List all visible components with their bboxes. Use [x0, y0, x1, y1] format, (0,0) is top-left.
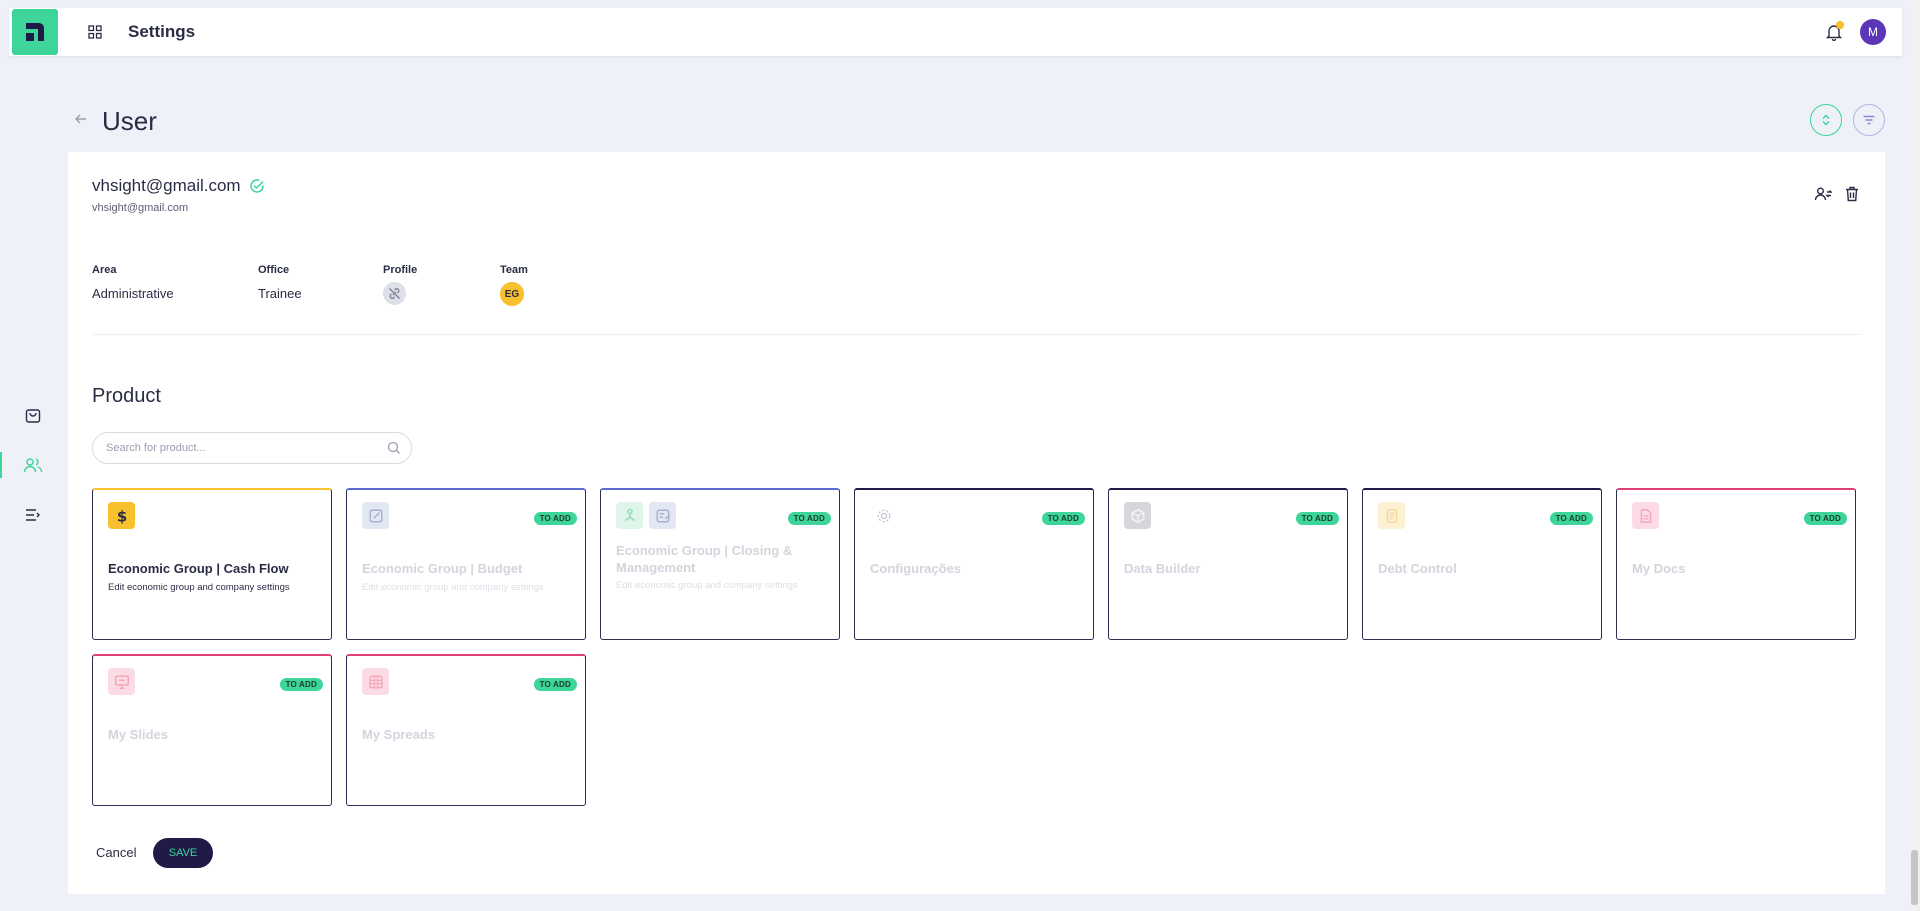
spreadsheet-icon: [362, 668, 389, 695]
document-icon: [1632, 502, 1659, 529]
profile-field: Profile: [383, 264, 417, 305]
user-email: vhsight@gmail.com: [92, 176, 241, 195]
area-label: Area: [92, 264, 117, 276]
product-tile-icons: [1632, 502, 1659, 529]
product-tile-icons: [616, 502, 676, 529]
trash-icon: [1846, 186, 1858, 202]
cube-icon: [1124, 502, 1151, 529]
area-value: Administrative: [92, 286, 174, 301]
profile-label: Profile: [383, 264, 418, 276]
user-email-row: vhsight@gmail.com: [92, 176, 265, 196]
sidebar-item-menu[interactable]: [0, 490, 66, 540]
to-add-badge: TO ADD: [787, 512, 831, 525]
product-search-input[interactable]: [106, 442, 387, 454]
product-tile-name: My Slides: [108, 727, 168, 742]
org-chart-icon: [616, 502, 643, 529]
page-header-title: Settings: [128, 22, 196, 41]
product-tile-icons: [1378, 502, 1405, 529]
office-value: Trainee: [258, 286, 302, 301]
scrollbar[interactable]: [1909, 0, 1920, 911]
product-tile-name: Economic Group | Closing & Management: [616, 543, 793, 575]
presentation-icon: [108, 668, 135, 695]
product-search: [92, 432, 412, 464]
product-tile-icons: [870, 502, 897, 529]
office-field: Office Trainee: [258, 264, 302, 301]
check-circle-icon: [249, 179, 264, 193]
top-bar: Settings M: [9, 8, 1902, 56]
office-label: Office: [258, 264, 290, 276]
product-tile-icons: [362, 668, 389, 695]
cancel-button[interactable]: Cancel: [96, 845, 136, 860]
checklist-icon: [649, 502, 676, 529]
product-tile-name: My Docs: [1632, 561, 1686, 576]
sidebar-item-users[interactable]: [0, 440, 66, 490]
product-tile[interactable]: TO ADD My Slides: [92, 654, 332, 806]
app-logo-icon[interactable]: [12, 9, 58, 55]
area-field: Area Administrative: [92, 264, 174, 301]
product-tile[interactable]: TO ADD Economic Group | Budget Edit econom…: [346, 488, 586, 640]
to-add-badge: TO ADD: [1803, 512, 1847, 525]
dollar-icon: $: [108, 502, 135, 529]
product-section-title: Product: [92, 385, 161, 407]
product-tile-icons: [108, 668, 135, 695]
product-tile-name: Economic Group | Cash Flow: [108, 561, 289, 576]
to-add-badge: TO ADD: [1041, 512, 1085, 525]
product-tile-description: Edit economic group and company settings: [108, 582, 290, 593]
users-icon: [23, 458, 43, 473]
product-tile[interactable]: TO ADD Debt Control: [1362, 488, 1602, 640]
team-field: Team EG: [500, 264, 528, 306]
delete-user-button[interactable]: [1842, 184, 1862, 204]
product-tile[interactable]: $ Economic Group | Cash Flow Edit economic…: [92, 488, 332, 640]
user-switch-icon: [1814, 187, 1832, 201]
product-tile[interactable]: TO ADD My Spreads: [346, 654, 586, 806]
product-tile[interactable]: TO ADD Economic Group | Closing & Managem…: [600, 488, 840, 640]
to-add-badge: TO ADD: [1295, 512, 1339, 525]
sort-button[interactable]: [1810, 104, 1842, 136]
bell-icon[interactable]: [1822, 20, 1846, 44]
filter-button[interactable]: [1853, 104, 1885, 136]
team-label: Team: [500, 264, 528, 276]
product-tile[interactable]: TO ADD Configurações: [854, 488, 1094, 640]
product-tile-description: Edit economic group and company settings: [362, 582, 544, 593]
to-add-badge: TO ADD: [533, 512, 577, 525]
unlink-icon[interactable]: [383, 282, 406, 305]
filter-icon: [1863, 115, 1875, 125]
to-add-badge: TO ADD: [1549, 512, 1593, 525]
to-add-badge: TO ADD: [533, 678, 577, 691]
gear-icon: [870, 502, 897, 529]
product-tile-name: Debt Control: [1378, 561, 1457, 576]
user-email-secondary: vhsight@gmail.com: [92, 202, 189, 214]
page-title: User: [102, 106, 157, 136]
user-card: vhsight@gmail.com vhsight@gmail.com Area…: [68, 152, 1885, 894]
product-tile-icons: [1124, 502, 1151, 529]
product-tile-name: Economic Group | Budget: [362, 561, 523, 576]
to-add-badge: TO ADD: [279, 678, 323, 691]
save-button[interactable]: SAVE: [153, 838, 213, 868]
product-tile-icons: [362, 502, 389, 529]
shopping-bag-icon: [25, 409, 41, 423]
product-tile-name: Configurações: [870, 561, 962, 576]
product-tile-name: My Spreads: [362, 727, 435, 742]
product-tile[interactable]: TO ADD My Docs: [1616, 488, 1856, 640]
svg-text:$: $: [116, 508, 126, 524]
product-tile-icons: $: [108, 502, 135, 529]
sort-arrows-icon: [1822, 114, 1830, 126]
sidebar-item-products[interactable]: [0, 390, 66, 440]
product-tile-name: Data Builder: [1124, 561, 1201, 576]
edit-icon: [362, 502, 389, 529]
divider: [92, 334, 1862, 335]
sidebar: [0, 390, 66, 540]
avatar[interactable]: M: [1860, 19, 1886, 45]
product-tile-description: Edit economic group and company settings: [616, 580, 798, 591]
grid-icon[interactable]: [84, 21, 106, 43]
manage-user-button[interactable]: [1813, 184, 1833, 204]
collapse-menu-icon: [26, 509, 40, 521]
product-tile[interactable]: TO ADD Data Builder: [1108, 488, 1348, 640]
ledger-icon: [1378, 502, 1405, 529]
search-icon[interactable]: [387, 441, 401, 455]
notification-dot: [1836, 21, 1844, 29]
back-arrow-icon[interactable]: [73, 111, 89, 127]
team-badge[interactable]: EG: [500, 282, 524, 306]
scrollbar-thumb[interactable]: [1911, 850, 1918, 905]
